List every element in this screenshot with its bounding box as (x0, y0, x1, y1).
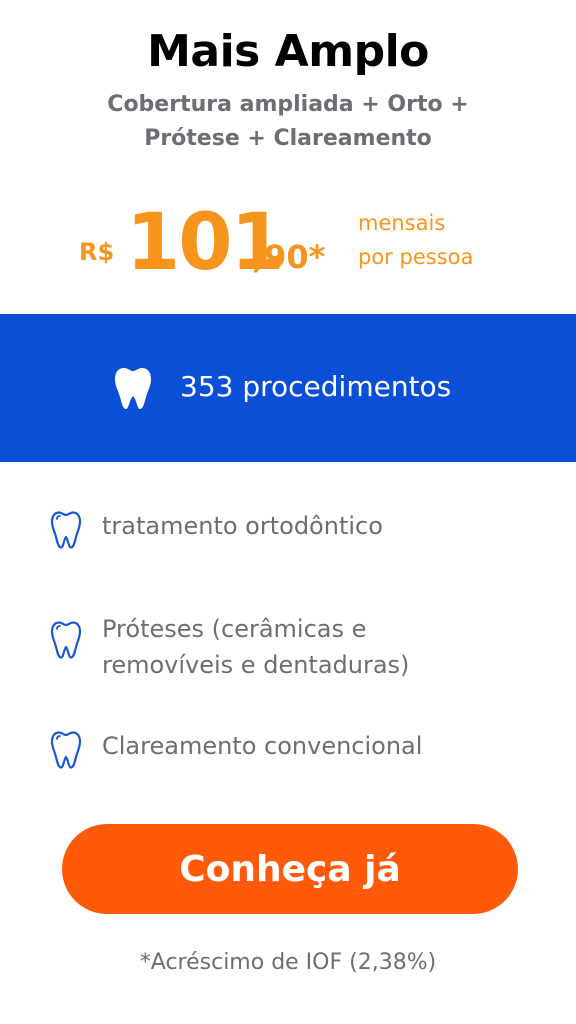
price-decimal: ,90* (252, 238, 326, 276)
tooth-icon (114, 366, 152, 410)
conheca-ja-button[interactable]: Conheça já (62, 824, 518, 914)
feature-text: Clareamento convencional (102, 728, 422, 764)
plan-subtitle-line-1: Cobertura ampliada + Orto + (107, 92, 469, 117)
plan-subtitle-line-2: Prótese + Clareamento (144, 126, 432, 151)
tooth-icon (50, 510, 82, 550)
feature-line-1: Próteses (cerâmicas e (102, 615, 367, 643)
feature-text: Próteses (cerâmicas e removíveis e denta… (102, 611, 409, 683)
price-note: mensais por pessoa (358, 206, 473, 274)
feature-line-2: removíveis e dentaduras) (102, 651, 410, 679)
procedures-count: 353 procedimentos (180, 370, 452, 403)
plan-title: Mais Amplo (147, 26, 429, 77)
plan-subtitle: Cobertura ampliada + Orto + Prótese + Cl… (0, 88, 576, 156)
feature-line-1: tratamento ortodôntico (102, 512, 383, 540)
plan-card: Mais Amplo Cobertura ampliada + Orto + P… (0, 0, 576, 1024)
price-note-line-2: por pessoa (358, 245, 474, 269)
procedures-banner: 353 procedimentos (0, 314, 576, 462)
iof-footnote: *Acréscimo de IOF (2,38%) (139, 950, 437, 975)
price-currency: R$ (79, 238, 115, 266)
price-note-line-1: mensais (358, 211, 446, 235)
tooth-icon (50, 730, 82, 770)
feature-line-1: Clareamento convencional (102, 732, 423, 760)
tooth-icon (50, 620, 82, 660)
feature-text: tratamento ortodôntico (102, 508, 383, 544)
